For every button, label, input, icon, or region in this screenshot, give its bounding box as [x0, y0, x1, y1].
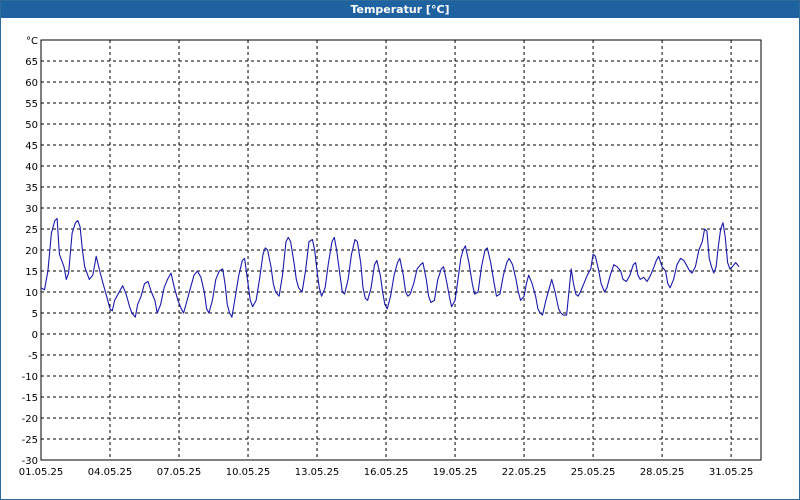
- y-tick-label: 15: [25, 267, 38, 278]
- y-tick-label: 35: [25, 183, 38, 194]
- y-axis-unit: °C: [26, 36, 38, 47]
- y-tick-label: 30: [25, 204, 38, 215]
- y-tick-label: -10: [22, 372, 38, 383]
- x-tick-label: 07.05.25: [157, 467, 202, 478]
- y-tick-label: 10: [25, 288, 38, 299]
- series-line-temperature: [40, 217, 740, 318]
- temperature-chart: 65605550454035302520151050-5-10-15-20-25…: [19, 36, 762, 478]
- x-tick-label: 13.05.25: [295, 467, 340, 478]
- y-tick-label: 25: [25, 225, 38, 236]
- x-tick-label: 22.05.25: [502, 467, 547, 478]
- x-tick-label: 25.05.25: [571, 467, 616, 478]
- y-tick-label: 55: [25, 99, 38, 110]
- y-tick-label: -30: [22, 456, 38, 467]
- y-tick-label: 65: [25, 57, 38, 68]
- x-tick-label: 10.05.25: [226, 467, 271, 478]
- x-tick-label: 04.05.25: [88, 467, 133, 478]
- y-tick-label: 20: [25, 246, 38, 257]
- y-tick-label: -5: [28, 351, 38, 362]
- y-tick-label: 0: [32, 330, 38, 341]
- x-tick-label: 01.05.25: [19, 467, 64, 478]
- y-tick-label: -15: [22, 393, 38, 404]
- y-tick-label: 40: [25, 162, 38, 173]
- x-tick-label: 28.05.25: [640, 467, 685, 478]
- y-tick-label: 60: [25, 78, 38, 89]
- chart-area: 65 60 55 50 45 40 35 30 25 20 15 10 5 0 -5 -10 -15 -20 -25…: [1, 18, 799, 499]
- y-tick-label: 50: [25, 120, 38, 131]
- x-tick-label: 19.05.25: [433, 467, 478, 478]
- chart-title: Temperatur [°C]: [1, 1, 799, 18]
- y-tick-label: 5: [32, 309, 38, 320]
- y-tick-label: 45: [25, 141, 38, 152]
- y-tick-label: -25: [22, 435, 38, 446]
- y-tick-label: -20: [22, 414, 38, 425]
- x-tick-label: 16.05.25: [364, 467, 409, 478]
- chart-window: Temperatur [°C] 65 60 55 50 45 40 35 30 25 20 15 10…: [0, 0, 800, 500]
- x-tick-label: 31.05.25: [709, 467, 754, 478]
